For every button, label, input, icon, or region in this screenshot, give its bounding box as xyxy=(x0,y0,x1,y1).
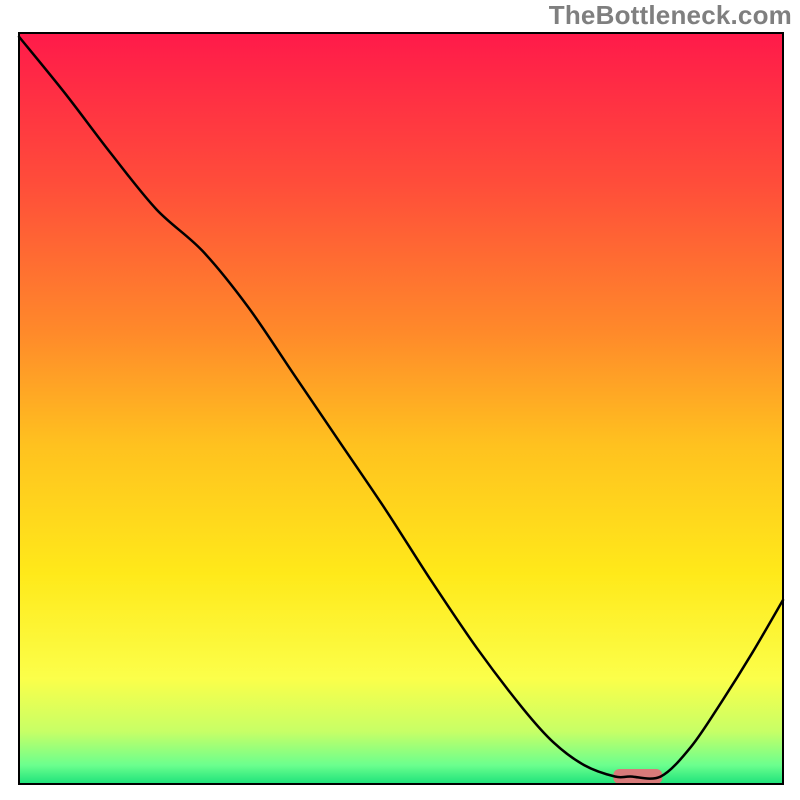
gradient-background xyxy=(19,33,783,784)
bottleneck-chart: TheBottleneck.com xyxy=(0,0,800,800)
chart-svg xyxy=(0,0,800,800)
watermark-text: TheBottleneck.com xyxy=(549,0,792,31)
